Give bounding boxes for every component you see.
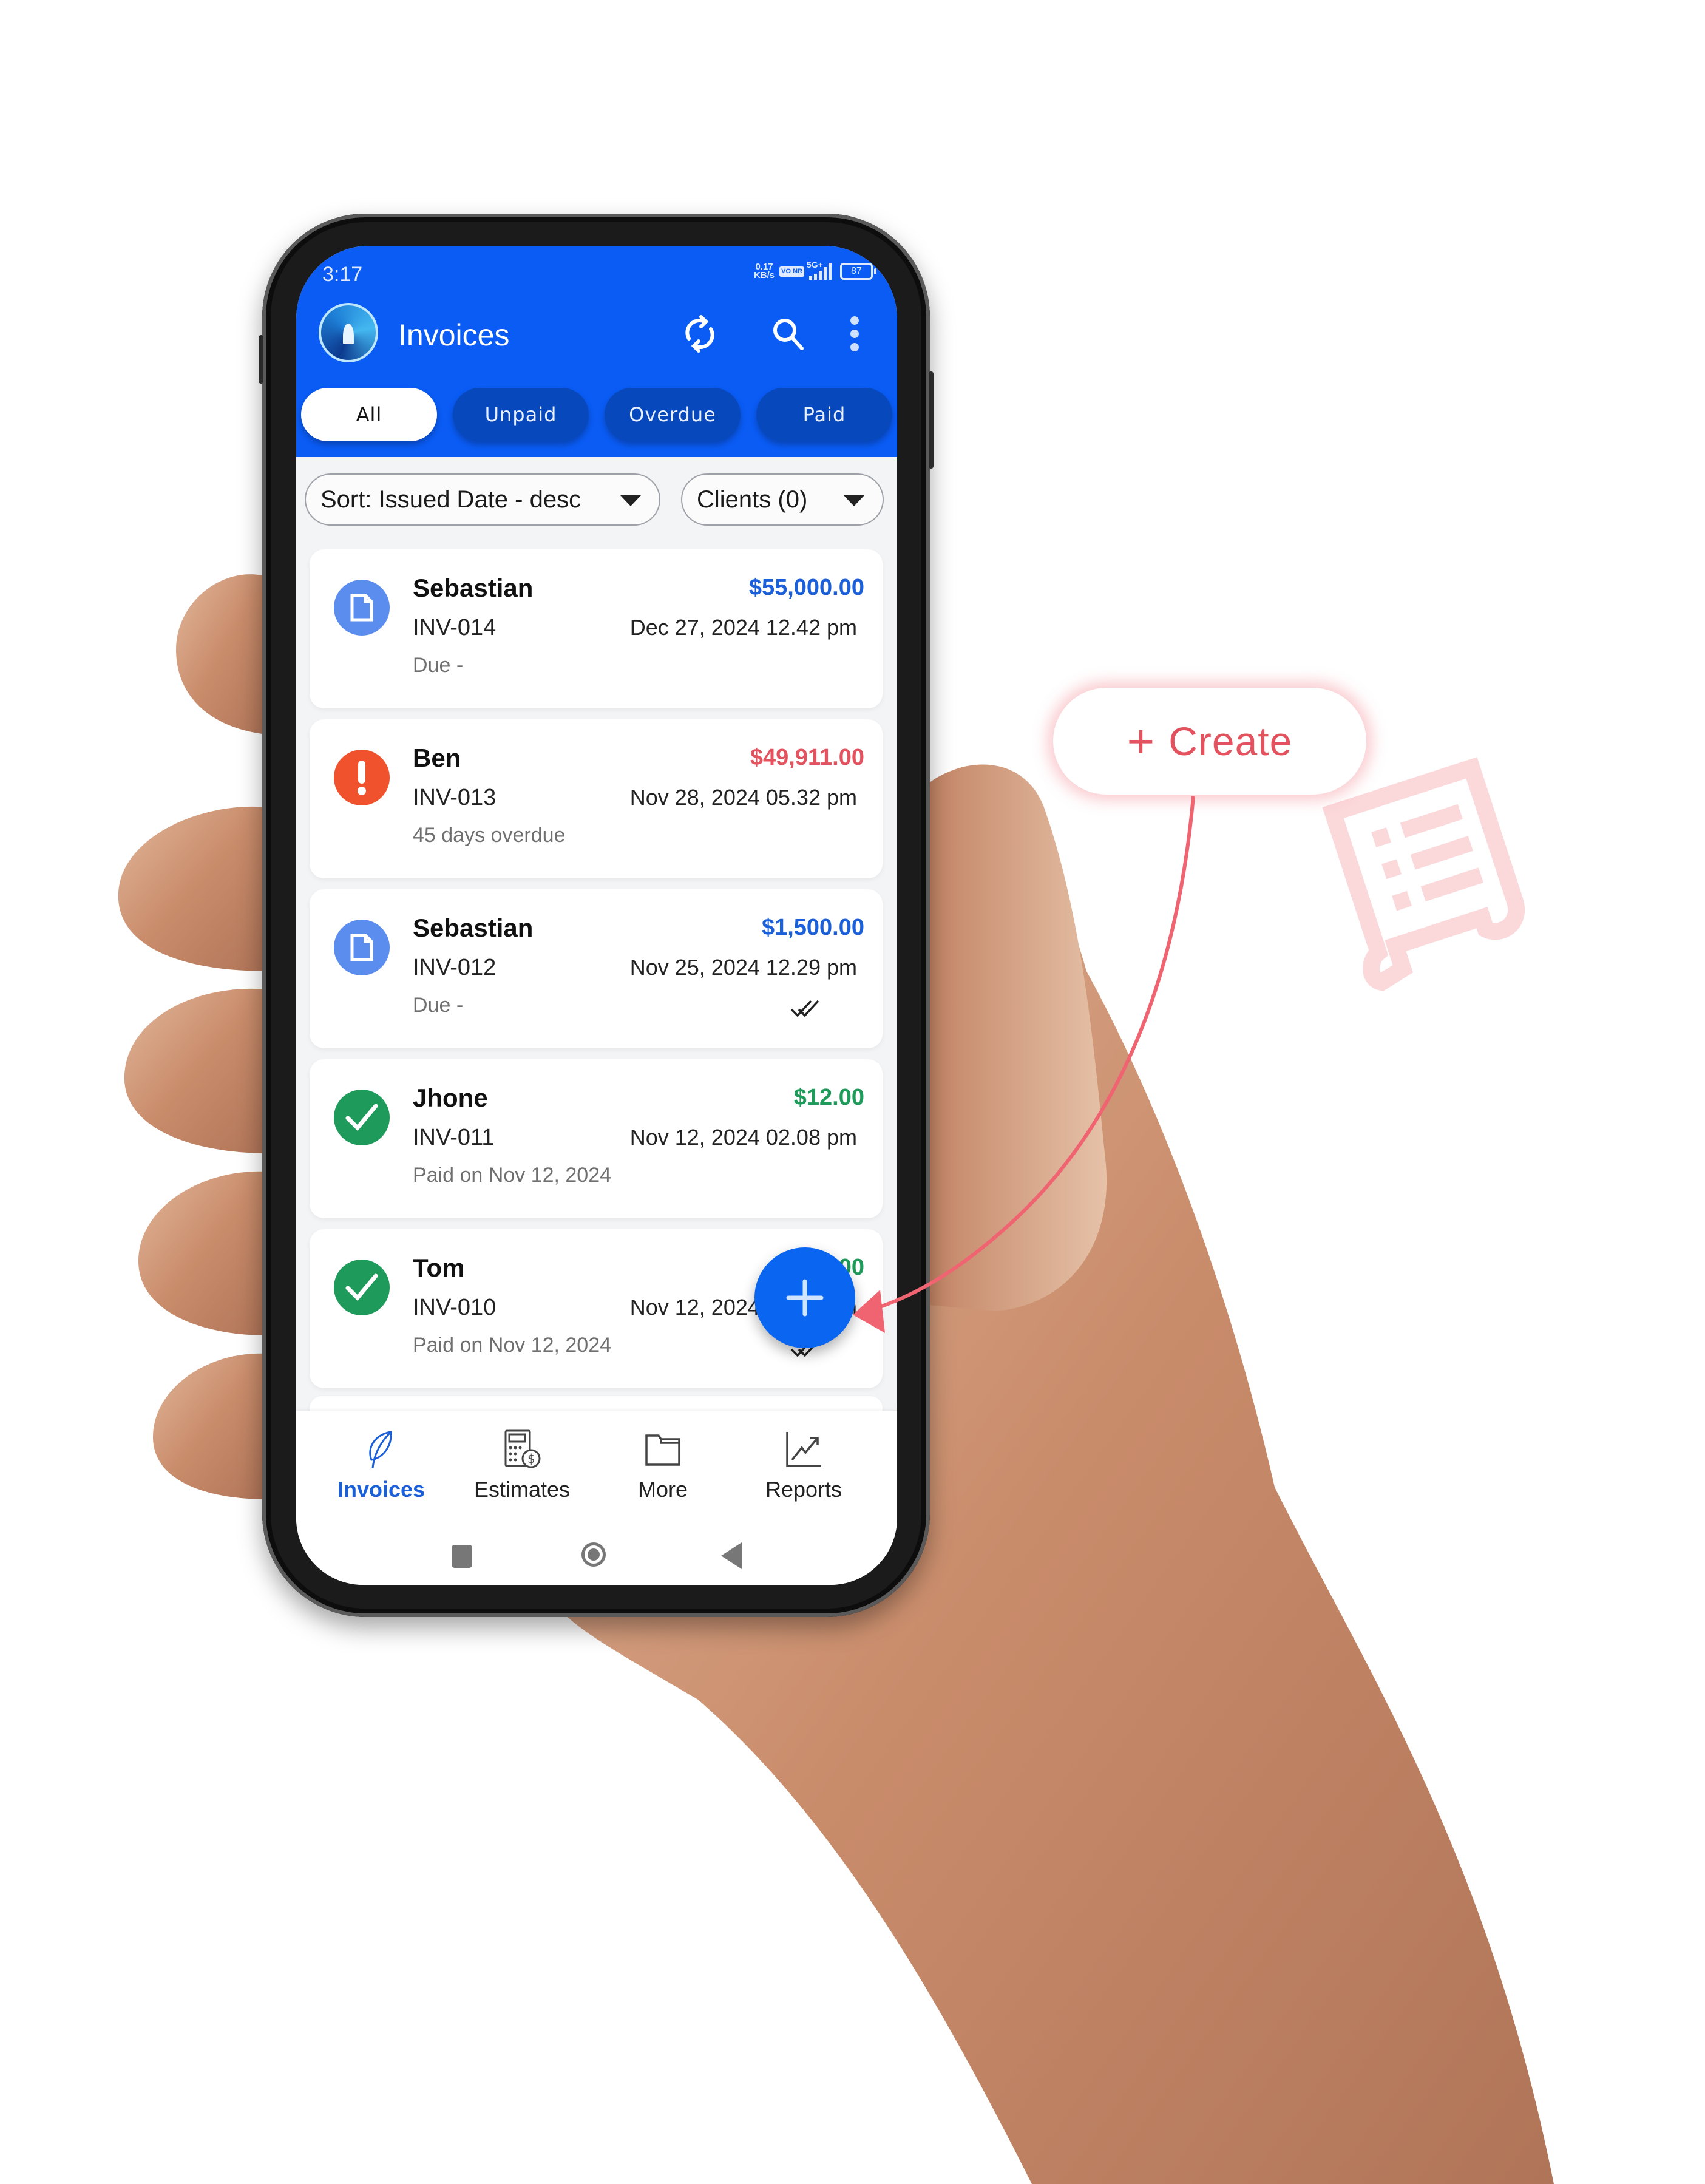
invoice-amount: $12.00: [793, 1085, 864, 1110]
sort-label: Sort: Issued Date - desc: [320, 486, 581, 513]
invoice-date: Dec 27, 2024 12.42 pm: [629, 615, 857, 640]
recents-button[interactable]: [452, 1545, 472, 1568]
client-name: Sebastian: [413, 574, 534, 602]
page-title: Invoices: [398, 318, 510, 352]
svg-text:$: $: [527, 1451, 535, 1466]
invoice-card[interactable]: Sebastian INV-014 Due - $55,000.00 Dec 27, 2…: [310, 549, 883, 708]
invoice-number: INV-014: [413, 615, 497, 640]
invoice-amount: $55,000.00: [748, 575, 864, 600]
document-icon: [334, 580, 390, 636]
status-time: 3:17: [322, 263, 363, 286]
signal-icon: 5G+: [807, 260, 832, 280]
volume-button: [259, 335, 263, 384]
tab-all[interactable]: All: [301, 388, 437, 441]
invoice-status-text: Paid on Nov 12, 2024: [413, 1164, 612, 1187]
invoice-status-text: 45 days overdue: [413, 824, 566, 847]
check-circle-icon: [334, 1090, 390, 1145]
volte-icon: VO NR: [779, 266, 804, 277]
client-name: Sebastian: [413, 914, 534, 942]
invoice-number: INV-011: [413, 1125, 495, 1150]
plus-icon: [786, 1279, 824, 1317]
alert-icon: [334, 750, 390, 805]
nav-reports[interactable]: Reports: [737, 1429, 870, 1521]
invoice-date: Nov 25, 2024 12.29 pm: [629, 955, 857, 980]
invoice-date: Nov 28, 2024 05.32 pm: [629, 785, 857, 810]
invoice-date: Nov 12, 2024 02.08 pm: [629, 1125, 857, 1150]
nav-more[interactable]: More: [596, 1429, 730, 1521]
system-navigation-bar: [296, 1533, 897, 1575]
create-invoice-fab[interactable]: [754, 1247, 855, 1348]
invoice-card[interactable]: Sebastian INV-012 Due - $1,500.00 Nov 25, 20…: [310, 889, 883, 1048]
nav-invoices[interactable]: Invoices: [314, 1429, 448, 1521]
clients-label: Clients (0): [697, 486, 808, 513]
battery-icon: 87: [840, 263, 876, 280]
plus-icon: +: [1127, 714, 1156, 768]
client-name: Jhone: [413, 1084, 488, 1112]
power-button: [929, 371, 934, 469]
network-speed: 0.17 KB/s: [753, 262, 775, 280]
status-tabs: All Unpaid Overdue Paid: [301, 388, 893, 445]
invoice-amount: $1,500.00: [761, 915, 864, 940]
invoice-number: INV-012: [413, 955, 497, 980]
folder-icon: [645, 1434, 680, 1466]
invoice-number: INV-010: [413, 1295, 497, 1320]
more-vert-icon[interactable]: [839, 313, 870, 355]
check-circle-icon: [334, 1260, 390, 1315]
invoice-status-text: Due -: [413, 994, 464, 1017]
invoice-card[interactable]: Jhone INV-011 Paid on Nov 12, 2024 $12.00 No…: [310, 1059, 883, 1218]
create-label: Create: [1168, 719, 1293, 764]
leaf-icon: [369, 1431, 392, 1469]
chevron-down-icon: [620, 495, 641, 506]
tab-unpaid[interactable]: Unpaid: [453, 388, 589, 441]
status-icons: 0.17 KB/s VO NR 5G+ 87: [753, 260, 876, 280]
back-button[interactable]: [721, 1542, 742, 1569]
tab-paid[interactable]: Paid: [756, 388, 892, 441]
invoice-number: INV-013: [413, 785, 497, 810]
invoice-amount: $49,911.00: [750, 745, 864, 770]
search-icon[interactable]: [767, 313, 810, 355]
trending-chart-icon: [786, 1432, 821, 1467]
invoice-status-text: Paid on Nov 12, 2024: [413, 1334, 612, 1357]
invoice-status-text: Due -: [413, 654, 464, 677]
app-logo[interactable]: [319, 303, 378, 362]
status-bar: 3:17 0.17 KB/s VO NR 5G+ 87: [322, 259, 876, 290]
client-name: Ben: [413, 744, 461, 772]
tab-overdue[interactable]: Overdue: [605, 388, 741, 441]
sync-icon[interactable]: [679, 313, 721, 355]
create-callout: + Create: [1053, 688, 1366, 795]
invoice-card[interactable]: Ben INV-013 45 days overdue $49,911.00 Nov 2…: [310, 719, 883, 878]
document-icon: [334, 920, 390, 975]
nav-estimates[interactable]: $ Estimates: [455, 1429, 589, 1521]
clients-dropdown[interactable]: Clients (0): [681, 473, 884, 526]
home-button[interactable]: [581, 1542, 606, 1567]
double-check-icon: [789, 999, 822, 1022]
chevron-down-icon: [844, 495, 864, 506]
app-bar: 3:17 0.17 KB/s VO NR 5G+ 87 Invoices All…: [296, 246, 897, 457]
bottom-navigation: Invoices $ Estimates More Reports: [296, 1411, 897, 1585]
filter-row: Sort: Issued Date - desc Clients (0): [305, 473, 889, 528]
calculator-dollar-icon: $: [504, 1429, 541, 1468]
client-name: Tom: [413, 1253, 465, 1282]
phone-screen: 3:17 0.17 KB/s VO NR 5G+ 87 Invoices All…: [296, 246, 897, 1585]
sort-dropdown[interactable]: Sort: Issued Date - desc: [305, 473, 660, 526]
